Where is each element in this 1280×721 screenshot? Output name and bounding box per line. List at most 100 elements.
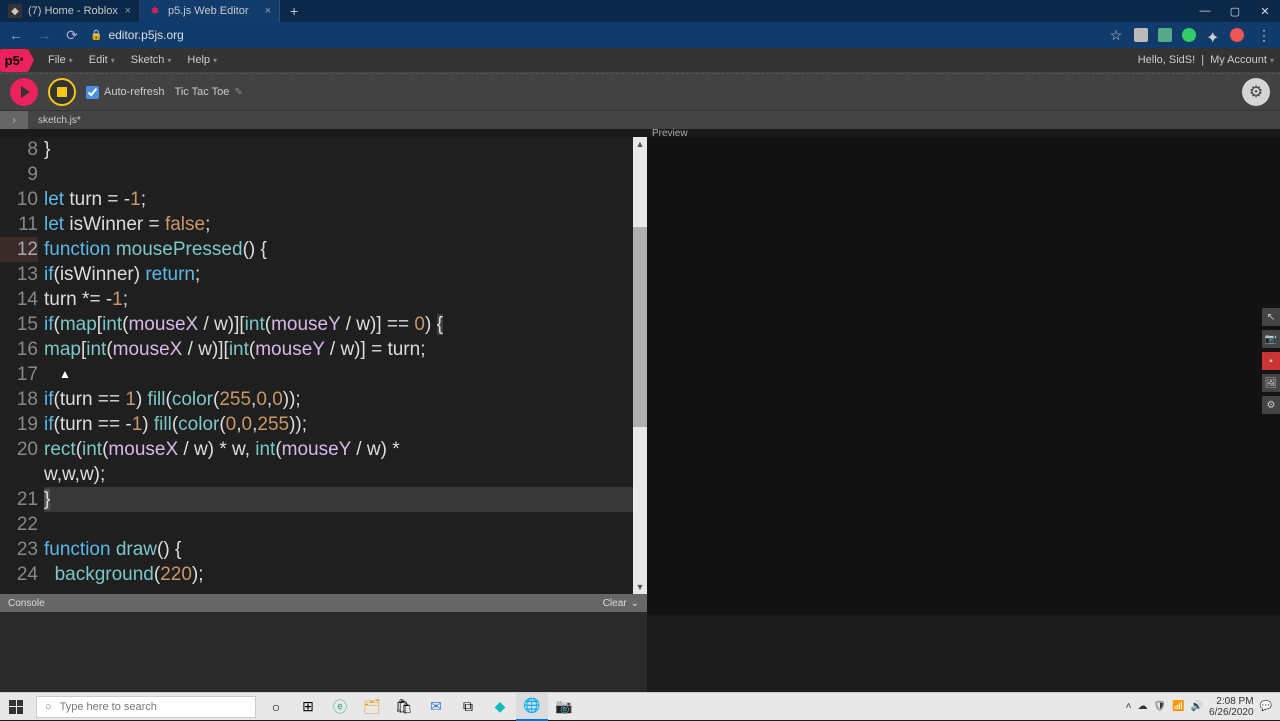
search-placeholder: Type here to search (60, 701, 157, 713)
autorefresh-checkbox[interactable] (86, 86, 99, 99)
start-button[interactable] (0, 693, 32, 721)
browser-tabs: ◆ (7) Home - Roblox × ✱ p5.js Web Editor… (0, 0, 308, 22)
image-icon[interactable]: 🖼 (1262, 374, 1280, 392)
volume-icon[interactable]: 🔊 (1191, 701, 1203, 712)
stop-icon (57, 87, 67, 97)
my-account-menu[interactable]: My Account ▾ (1210, 54, 1274, 66)
notifications-icon[interactable]: 💬 (1260, 701, 1272, 712)
maximize-button[interactable]: ▢ (1220, 0, 1250, 22)
profile-avatar-icon[interactable] (1230, 28, 1244, 42)
close-window-button[interactable]: ✕ (1250, 0, 1280, 22)
menu-sketch[interactable]: Sketch▾ (125, 50, 178, 70)
menu-file[interactable]: File▾ (42, 50, 79, 70)
scroll-down-icon[interactable]: ▼ (633, 580, 647, 594)
new-tab-button[interactable]: + (280, 0, 308, 22)
pointer-icon[interactable]: ↖ (1262, 308, 1280, 326)
editor-scrollbar[interactable]: ▲ ▼ (633, 137, 647, 594)
reload-button[interactable]: ⟳ (62, 25, 82, 45)
stop-button[interactable] (48, 78, 76, 106)
mail-icon[interactable]: ✉ (420, 693, 452, 721)
extension-icon[interactable] (1182, 28, 1196, 42)
tray-chevron-icon[interactable]: ˄ (1126, 701, 1132, 712)
address-field[interactable]: 🔒 editor.p5js.org (90, 28, 1098, 42)
menu-help[interactable]: Help▾ (181, 50, 223, 70)
chevron-down-icon: ▾ (167, 56, 171, 65)
console-body[interactable] (0, 612, 647, 692)
p5-logo[interactable]: p5* (0, 49, 28, 72)
sidebar-expand-button[interactable]: › (0, 111, 28, 129)
pencil-icon: ✎ (234, 87, 242, 98)
console-clear-button[interactable]: Clear ⌄ (603, 598, 639, 609)
windows-taskbar: ○ Type here to search ○ ⊞ ⓔ 🗂 🛍 ✉ ⧉ ◆ 🌐 … (0, 692, 1280, 720)
code-area[interactable]: }let turn = -1;let isWinner = false;func… (44, 137, 647, 594)
taskbar-clock[interactable]: 2:08 PM 6/26/2020 (1209, 696, 1254, 718)
wifi-icon[interactable]: 📶 (1172, 701, 1184, 712)
dropbox-icon[interactable]: ⧉ (452, 693, 484, 721)
recording-toolbar: ↖ 📷 ▪ 🖼 ⚙ (1262, 308, 1280, 414)
gear-icon: ⚙ (1249, 82, 1263, 102)
extension-icon[interactable] (1134, 28, 1148, 42)
extensions-menu-icon[interactable]: ✦ (1206, 28, 1220, 42)
scrollbar-thumb[interactable] (633, 227, 647, 427)
console-header: Console Clear ⌄ (0, 594, 647, 612)
code-editor[interactable]: 89101112131415161718192021222324 }let tu… (0, 137, 647, 594)
forward-button[interactable]: → (34, 25, 54, 45)
play-button[interactable] (10, 78, 38, 106)
p5-favicon-icon: ✱ (148, 4, 162, 18)
editor-toolbar: Auto-refresh Tic Tac Toe ✎ ⚙ (0, 73, 1280, 111)
browser-addressbar: ← → ⟳ 🔒 editor.p5js.org ☆ ✦ ⋮ (0, 22, 1280, 48)
console-label: Console (8, 598, 45, 609)
chrome-icon[interactable]: 🌐 (516, 693, 548, 721)
browser-tab-roblox[interactable]: ◆ (7) Home - Roblox × (0, 0, 140, 22)
editor-menubar: File▾ Edit▾ Sketch▾ Help▾ Hello, SidS! |… (0, 48, 1280, 73)
window-controls: — ▢ ✕ (1190, 0, 1280, 22)
scroll-up-icon[interactable]: ▲ (633, 137, 647, 151)
settings-button[interactable]: ⚙ (1242, 78, 1270, 106)
back-button[interactable]: ← (6, 25, 26, 45)
system-tray: ˄ ☁ 🛡 📶 🔊 2:08 PM 6/26/2020 💬 (1118, 696, 1280, 718)
extension-icons: ✦ ⋮ (1134, 25, 1274, 45)
camera-icon[interactable]: 📷 (1262, 330, 1280, 348)
browser-titlebar: ◆ (7) Home - Roblox × ✱ p5.js Web Editor… (0, 0, 1280, 22)
bookmark-icon[interactable]: ☆ (1106, 25, 1126, 45)
line-gutter: 89101112131415161718192021222324 (0, 137, 44, 594)
minimize-button[interactable]: — (1190, 0, 1220, 22)
tab-title: (7) Home - Roblox (28, 5, 118, 17)
store-icon[interactable]: 🛍 (388, 693, 420, 721)
greeting-text: Hello, SidS! (1138, 54, 1195, 66)
camera-app-icon[interactable]: 📷 (548, 693, 580, 721)
record-icon[interactable]: ▪ (1262, 352, 1280, 370)
menu-edit[interactable]: Edit▾ (83, 50, 121, 70)
browser-tab-p5[interactable]: ✱ p5.js Web Editor × (140, 0, 280, 22)
play-icon (21, 86, 30, 98)
file-tab-sketch[interactable]: sketch.js* (28, 115, 91, 126)
windows-logo-icon (9, 700, 23, 714)
chevron-down-icon: ⌄ (631, 598, 639, 609)
explorer-icon[interactable]: 🗂 (356, 693, 388, 721)
gear-icon[interactable]: ⚙ (1262, 396, 1280, 414)
tab-title: p5.js Web Editor (168, 5, 249, 17)
close-icon[interactable]: × (265, 5, 271, 17)
chevron-down-icon: ▾ (69, 56, 73, 65)
app-icon[interactable]: ◆ (484, 693, 516, 721)
sketch-name[interactable]: Tic Tac Toe ✎ (175, 86, 243, 98)
url-text: editor.p5js.org (108, 28, 183, 42)
close-icon[interactable]: × (125, 5, 131, 17)
onedrive-icon[interactable]: ☁ (1137, 701, 1147, 712)
chevron-down-icon: ▾ (213, 56, 217, 65)
chevron-down-icon: ▾ (1270, 56, 1274, 65)
lock-icon: 🔒 (90, 30, 102, 41)
cortana-icon[interactable]: ○ (260, 693, 292, 721)
browser-menu-icon[interactable]: ⋮ (1254, 25, 1274, 45)
chevron-down-icon: ▾ (111, 56, 115, 65)
taskbar-search[interactable]: ○ Type here to search (36, 696, 256, 718)
file-tabs: › sketch.js* (0, 111, 1280, 129)
shield-icon[interactable]: 🛡 (1153, 701, 1166, 712)
autorefresh-toggle[interactable]: Auto-refresh (86, 86, 165, 99)
search-icon: ○ (45, 701, 52, 713)
task-view-icon[interactable]: ⊞ (292, 693, 324, 721)
preview-pane (647, 137, 1280, 615)
edge-icon[interactable]: ⓔ (324, 693, 356, 721)
chevron-right-icon: › (12, 115, 15, 126)
extension-icon[interactable] (1158, 28, 1172, 42)
